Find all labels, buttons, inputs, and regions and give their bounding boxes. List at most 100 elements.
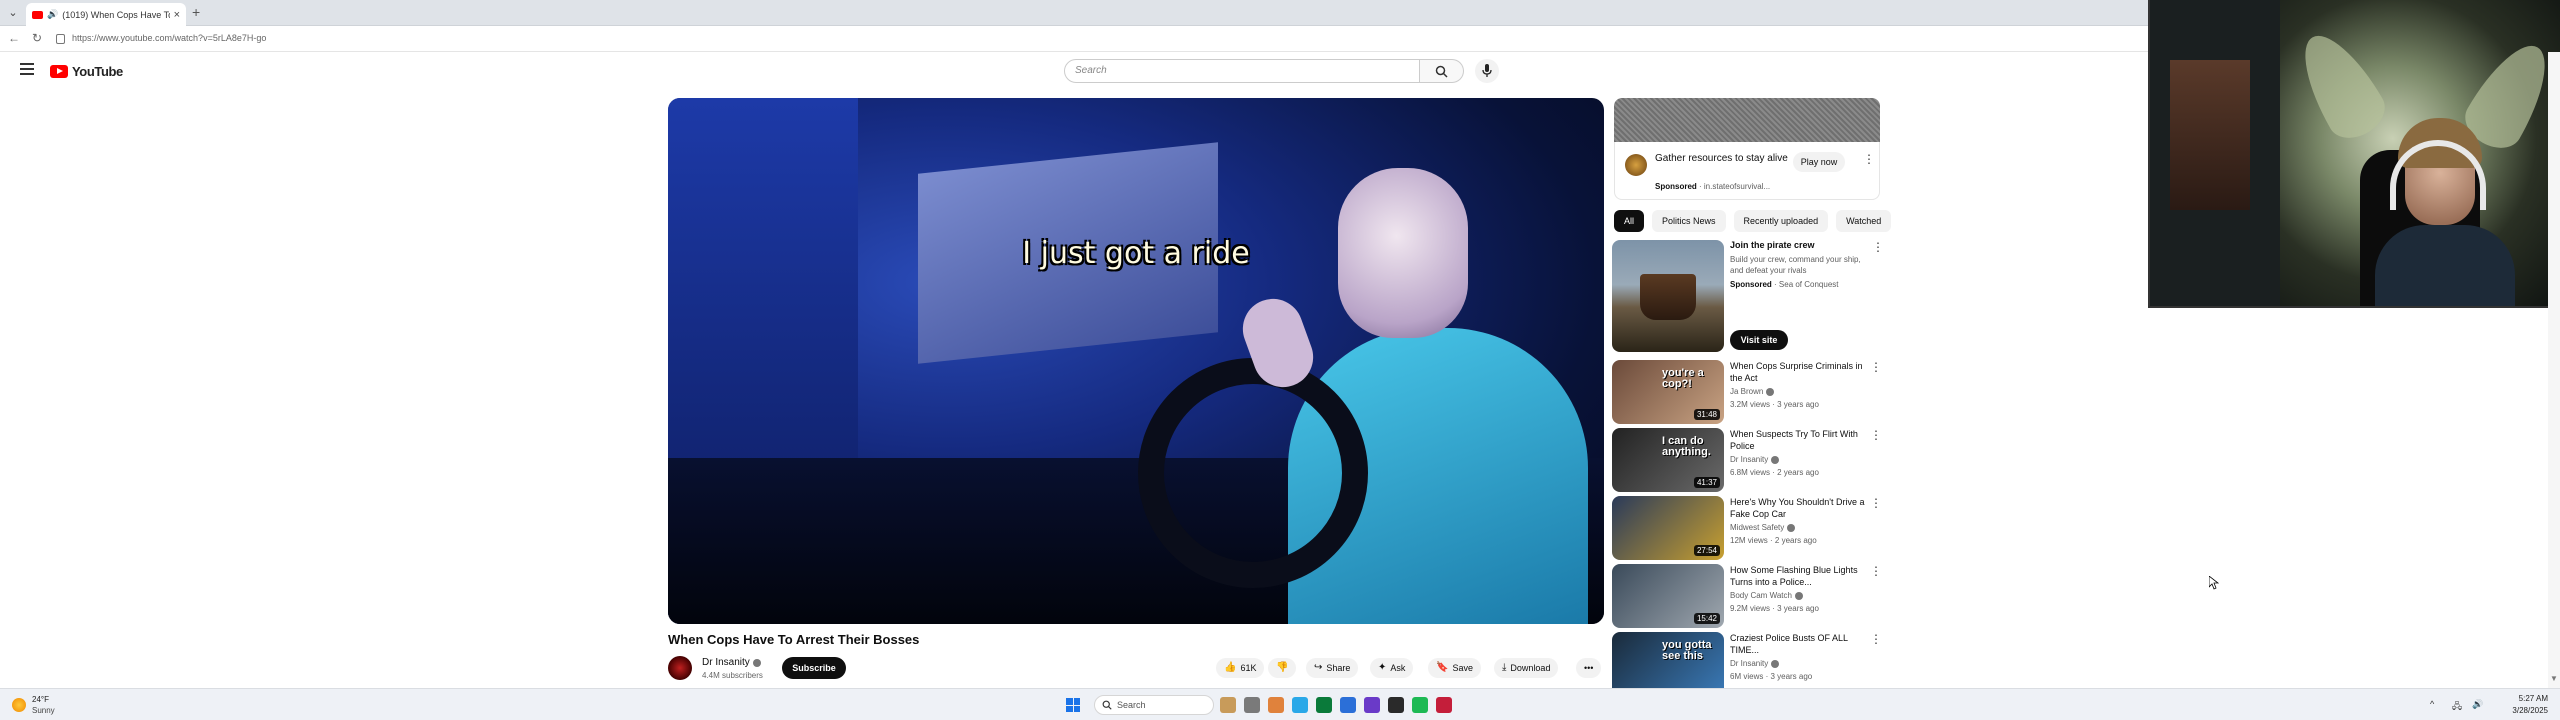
filter-chip[interactable]: Watched	[1836, 210, 1892, 232]
recommendation-channel-row[interactable]: Body Cam Watch	[1730, 591, 1803, 600]
new-tab-button[interactable]: +	[192, 4, 200, 20]
speaker-icon[interactable]: 🔊	[47, 9, 58, 20]
back-arrow-icon[interactable]: ←	[8, 31, 20, 45]
save-button[interactable]: 🔖 Save	[1428, 658, 1481, 678]
taskbar-search-label: Search	[1117, 700, 1146, 710]
channel-avatar[interactable]	[668, 656, 692, 680]
thumbnail-overlay-text: you're a cop?!	[1662, 367, 1704, 390]
recommendation-thumbnail[interactable]: you're a cop?! 31:48	[1612, 360, 1724, 424]
clock-time[interactable]: 5:27 AM	[2508, 694, 2548, 703]
tray-network-icon[interactable]: 🖧	[2452, 699, 2462, 715]
thumbnail-overlay-text: I can do anything.	[1662, 435, 1711, 458]
taskbar-app-icon[interactable]	[1412, 697, 1428, 713]
recommendation-channel[interactable]: Ja Brown	[1730, 387, 1763, 396]
verified-badge-icon	[1771, 659, 1780, 668]
recommendation-channel-row[interactable]: Midwest Safety	[1730, 523, 1796, 532]
more-actions-button[interactable]: •••	[1576, 658, 1602, 678]
recommendation-item[interactable]: you gotta see this Craziest Police Busts …	[1612, 632, 1882, 696]
recommendation-thumbnail[interactable]: 27:54	[1612, 496, 1724, 560]
recommendation-thumbnail[interactable]: I can do anything. 41:37	[1612, 428, 1724, 492]
recommendation-title[interactable]: How Some Flashing Blue Lights Turns into…	[1730, 564, 1866, 588]
recommendation-title[interactable]: When Suspects Try To Flirt With Police	[1730, 428, 1866, 452]
download-button[interactable]: ⤓ Download	[1494, 658, 1559, 678]
more-vert-icon[interactable]: ⋮	[1870, 361, 1882, 373]
tray-chevron-up-icon[interactable]: ^	[2430, 699, 2434, 709]
recommendation-title[interactable]: Craziest Police Busts OF ALL TIME...	[1730, 632, 1866, 656]
play-now-button[interactable]: Play now	[1793, 152, 1845, 172]
channel-name-row[interactable]: Dr Insanity	[702, 657, 761, 668]
tab-list-chevron-icon[interactable]: ⌄	[4, 4, 22, 22]
recommendation-item[interactable]: I can do anything. 41:37 When Suspects Try…	[1612, 428, 1882, 492]
more-vert-icon[interactable]: ⋮	[1863, 153, 1875, 165]
tray-volume-icon[interactable]: 🔊	[2472, 699, 2483, 710]
ad-card[interactable]: Gather resources to stay alive Sponsored…	[1614, 142, 1880, 200]
subscribe-button[interactable]: Subscribe	[782, 657, 846, 679]
weather-temperature[interactable]: 24°F	[32, 695, 49, 704]
recommendation-item[interactable]: 27:54 Here's Why You Shouldn't Drive a Fa…	[1612, 496, 1882, 560]
youtube-logo[interactable]: YouTube	[50, 64, 123, 79]
webcam-background-window	[2170, 60, 2250, 210]
search-input[interactable]: Search	[1064, 59, 1420, 83]
webcam-shirt	[2375, 225, 2515, 306]
page-info-icon[interactable]	[56, 34, 65, 44]
recommendation-item[interactable]: you're a cop?! 31:48 When Cops Surprise Cr…	[1612, 360, 1882, 424]
taskbar-app-icon[interactable]	[1436, 697, 1452, 713]
url-field[interactable]: https://www.youtube.com/watch?v=5rLA8e7H…	[72, 33, 266, 43]
more-vert-icon[interactable]: ⋮	[1870, 633, 1882, 645]
taskbar-app-icon[interactable]	[1388, 697, 1404, 713]
more-vert-icon[interactable]: ⋮	[1870, 497, 1882, 509]
ask-button[interactable]: ✦ Ask	[1370, 658, 1414, 678]
taskbar-app-icon[interactable]	[1340, 697, 1356, 713]
more-vert-icon[interactable]: ⋮	[1870, 565, 1882, 577]
more-vert-icon[interactable]: ⋮	[1872, 241, 1884, 253]
visit-site-button[interactable]: Visit site	[1730, 330, 1788, 350]
windows-taskbar: 24°F Sunny Search ^ 🖧 🔊 5:27 AM 3/28/202…	[0, 688, 2560, 720]
promo-thumbnail[interactable]	[1612, 240, 1724, 352]
taskbar-app-icon[interactable]	[1268, 697, 1284, 713]
dislike-button[interactable]: 👎	[1268, 658, 1297, 678]
taskbar-app-icon[interactable]	[1292, 697, 1308, 713]
ad-title[interactable]: Gather resources to stay alive	[1655, 152, 1795, 165]
address-bar: ← ↻ https://www.youtube.com/watch?v=5rLA…	[0, 26, 2148, 52]
search-button[interactable]	[1420, 59, 1464, 83]
windows-start-icon[interactable]	[1066, 698, 1080, 712]
reload-icon[interactable]: ↻	[32, 31, 42, 45]
filter-chip[interactable]: Politics News	[1652, 210, 1726, 232]
share-button[interactable]: ↪ Share	[1306, 658, 1359, 678]
scroll-down-arrow-icon[interactable]: ▼	[2550, 674, 2558, 683]
taskbar-app-icon[interactable]	[1316, 697, 1332, 713]
recommendation-channel[interactable]: Midwest Safety	[1730, 523, 1784, 532]
recommendation-title[interactable]: When Cops Surprise Criminals in the Act	[1730, 360, 1866, 384]
recommendation-channel-row[interactable]: Dr Insanity	[1730, 659, 1780, 668]
recommendation-channel[interactable]: Dr Insanity	[1730, 455, 1768, 464]
recommendation-thumbnail[interactable]: 15:42	[1612, 564, 1724, 628]
browser-tab-active[interactable]: 🔊 (1019) When Cops Have To Arrest Their …	[26, 3, 186, 26]
taskbar-app-icon[interactable]	[1244, 697, 1260, 713]
recommendation-title[interactable]: Here's Why You Shouldn't Drive a Fake Co…	[1730, 496, 1866, 520]
ad-banner-image[interactable]	[1614, 98, 1880, 142]
hamburger-menu-icon[interactable]	[20, 63, 34, 75]
filter-chip[interactable]: All	[1614, 210, 1645, 232]
taskbar-app-icon[interactable]	[1220, 697, 1236, 713]
page-scrollbar[interactable]	[2548, 52, 2560, 688]
recommendation-channel-row[interactable]: Ja Brown	[1730, 387, 1775, 396]
close-tab-icon[interactable]: ×	[174, 9, 180, 21]
taskbar-app-icon[interactable]	[1364, 697, 1380, 713]
recommendation-channel-row[interactable]: Dr Insanity	[1730, 455, 1780, 464]
weather-sun-icon[interactable]	[12, 698, 26, 712]
promo-title[interactable]: Join the pirate crew	[1730, 240, 1815, 250]
like-button[interactable]: 👍 61K	[1216, 658, 1265, 678]
recommendation-channel[interactable]: Body Cam Watch	[1730, 591, 1792, 600]
voice-search-button[interactable]	[1475, 59, 1499, 83]
clock-date[interactable]: 3/28/2025	[2500, 706, 2548, 715]
recommendation-meta: 6M views · 3 years ago	[1730, 672, 1813, 681]
recommendation-thumbnail[interactable]: you gotta see this	[1612, 632, 1724, 696]
video-player[interactable]: I just got a ride	[668, 98, 1604, 624]
filter-chip[interactable]: Recently uploaded	[1733, 210, 1829, 232]
more-vert-icon[interactable]: ⋮	[1870, 429, 1882, 441]
weather-condition[interactable]: Sunny	[32, 706, 55, 715]
recommendation-channel[interactable]: Dr Insanity	[1730, 659, 1768, 668]
taskbar-search[interactable]: Search	[1094, 695, 1214, 715]
recommendation-item[interactable]: 15:42 How Some Flashing Blue Lights Turns…	[1612, 564, 1882, 628]
channel-name[interactable]: Dr Insanity	[702, 657, 750, 668]
